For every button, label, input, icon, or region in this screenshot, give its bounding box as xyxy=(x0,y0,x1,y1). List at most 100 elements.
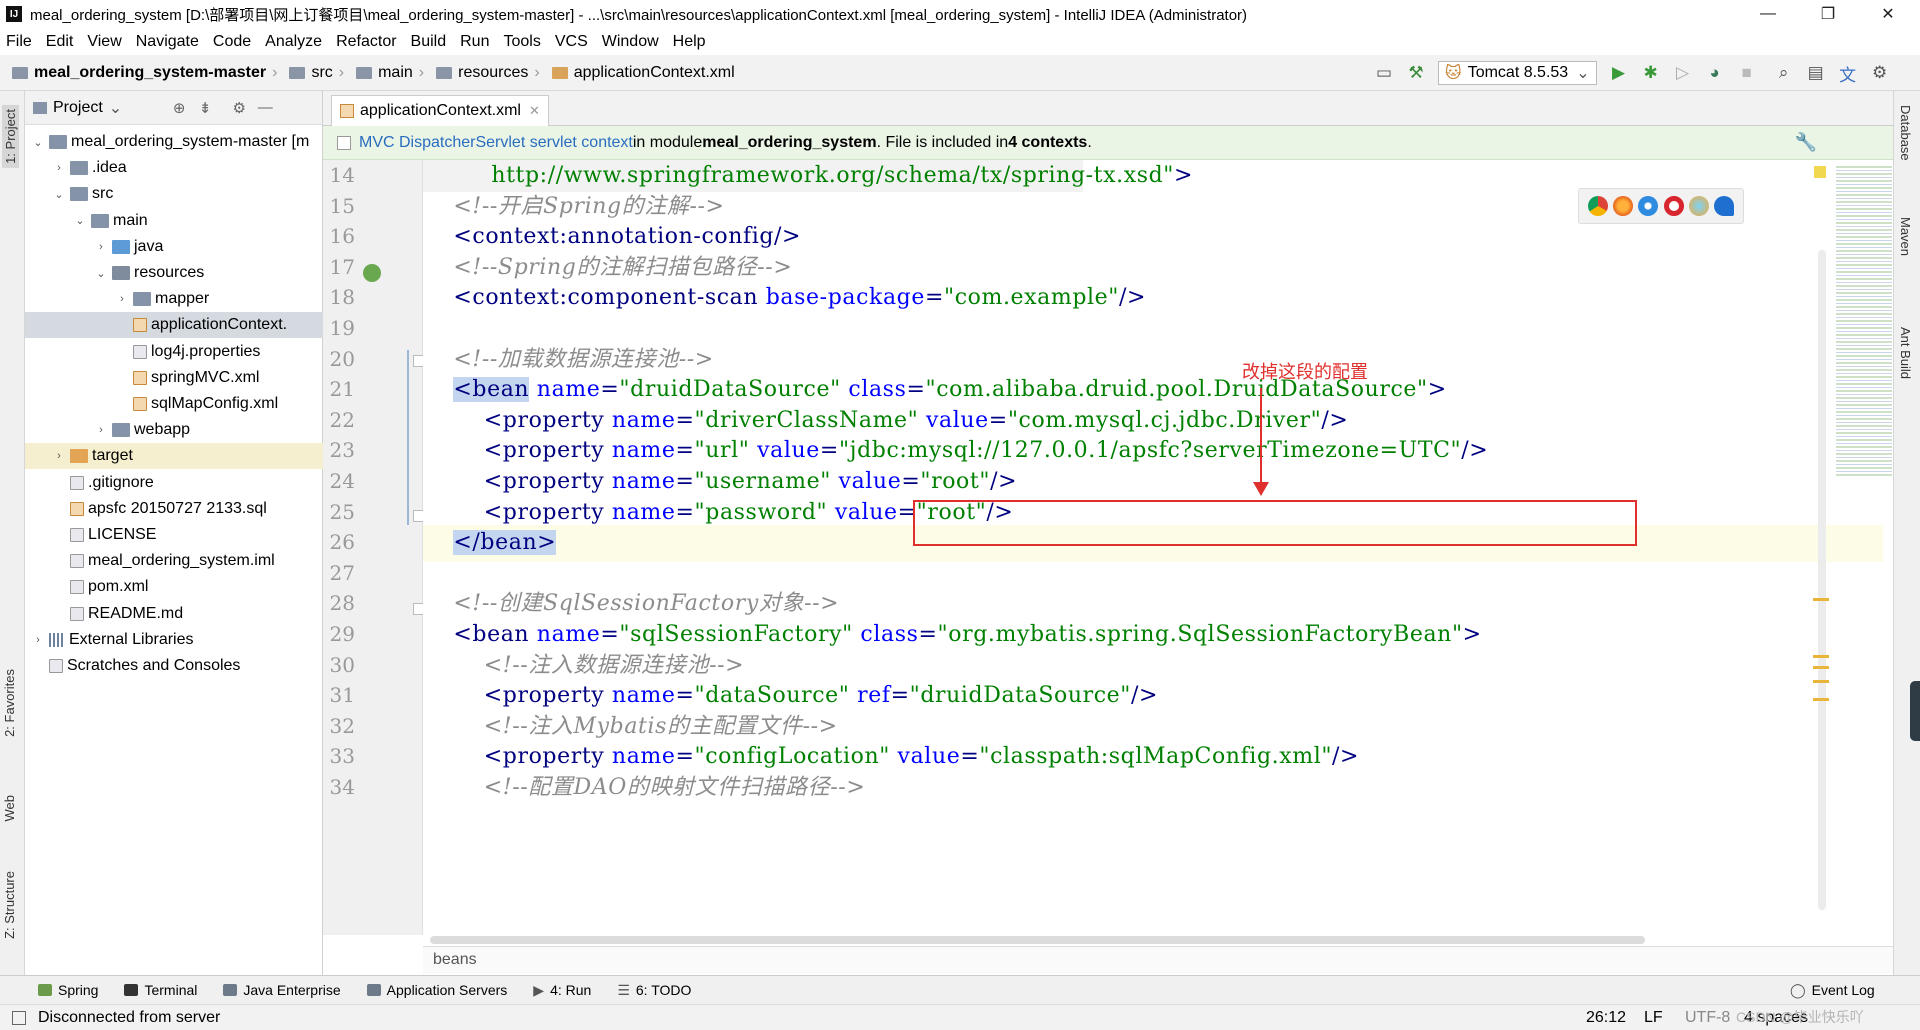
firefox-icon[interactable] xyxy=(1612,196,1633,216)
tree-item[interactable]: meal_ordering_system.iml xyxy=(25,548,323,574)
tool-tab-structure[interactable]: Z: Structure xyxy=(2,871,17,939)
collapse-all-icon[interactable]: ⇟ xyxy=(196,99,214,117)
menu-help[interactable]: Help xyxy=(673,33,706,51)
tree-item[interactable]: › .idea xyxy=(25,155,323,181)
tool-tab-web[interactable]: Web xyxy=(2,795,17,822)
tree-item[interactable]: ⌄ main xyxy=(25,208,323,234)
gear-icon[interactable]: ⚙ xyxy=(230,99,248,117)
inspection-warning-icon[interactable] xyxy=(1814,166,1826,178)
chevron-right-icon[interactable]: › xyxy=(115,293,129,305)
run-configuration-select[interactable]: 🐱 Tomcat 8.5.53 ⌄ xyxy=(1438,61,1597,85)
error-stripe-marker[interactable] xyxy=(1813,680,1829,683)
chevron-right-icon[interactable]: › xyxy=(52,162,66,174)
run-coverage-icon[interactable]: ▷ xyxy=(1672,62,1694,84)
tree-item[interactable]: ⌄ resources xyxy=(25,260,323,286)
tree-item[interactable]: Scratches and Consoles xyxy=(25,653,323,679)
status-toggle-icon[interactable] xyxy=(12,1011,26,1025)
tree-item[interactable]: › target xyxy=(25,443,323,470)
tool-tab-run[interactable]: ▶ 4: Run xyxy=(533,982,591,999)
close-tab-icon[interactable]: ✕ xyxy=(529,103,540,119)
horizontal-scrollbar[interactable] xyxy=(430,936,1645,944)
tool-tab-favorites[interactable]: 2: Favorites xyxy=(2,669,17,737)
tree-item[interactable]: › mapper xyxy=(25,286,323,312)
menu-file[interactable]: File xyxy=(6,33,32,51)
menu-window[interactable]: Window xyxy=(602,33,659,51)
chevron-down-icon[interactable]: ⌄ xyxy=(73,214,87,227)
banner-contexts-link[interactable]: 4 contexts xyxy=(1008,134,1087,152)
vertical-scrollbar[interactable] xyxy=(1818,250,1826,910)
tool-tab-project[interactable]: 1: Project xyxy=(2,105,19,168)
tool-tab-application-servers[interactable]: Application Servers xyxy=(366,982,507,998)
code-minimap[interactable] xyxy=(1836,166,1892,476)
tool-tab-database[interactable]: Database xyxy=(1898,105,1913,161)
menu-analyze[interactable]: Analyze xyxy=(265,33,322,51)
translate-icon[interactable]: 文 xyxy=(1837,62,1859,85)
tree-item[interactable]: applicationContext. xyxy=(25,312,323,339)
tree-item[interactable]: ⌄ meal_ordering_system-master [m xyxy=(25,129,323,155)
chevron-right-icon[interactable]: › xyxy=(94,424,108,436)
wrench-icon[interactable]: 🔧 xyxy=(1795,132,1817,153)
spring-bean-gutter-icon[interactable] xyxy=(363,264,381,282)
error-stripe-marker[interactable] xyxy=(1813,698,1829,701)
tree-item[interactable]: pom.xml xyxy=(25,574,323,600)
chevron-right-icon[interactable]: › xyxy=(52,450,66,462)
tool-tab-java-enterprise[interactable]: Java Enterprise xyxy=(223,982,341,998)
tree-item[interactable]: README.md xyxy=(25,601,323,627)
breadcrumb-file[interactable]: applicationContext.xml xyxy=(540,64,735,82)
file-encoding[interactable]: UTF-8 xyxy=(1685,1009,1730,1027)
safari-icon[interactable] xyxy=(1638,196,1659,216)
tree-item[interactable]: › webapp xyxy=(25,417,323,443)
locate-icon[interactable]: ⊕ xyxy=(170,99,188,117)
breadcrumb-main[interactable]: main › xyxy=(344,64,424,82)
project-view-select[interactable]: Project xyxy=(53,99,103,117)
stop-icon[interactable]: ■ xyxy=(1736,62,1758,84)
error-stripe-marker[interactable] xyxy=(1813,598,1829,601)
menu-navigate[interactable]: Navigate xyxy=(136,33,199,51)
chevron-right-icon[interactable]: › xyxy=(31,634,45,646)
project-structure-icon[interactable]: ▤ xyxy=(1805,62,1827,84)
servlet-context-link[interactable]: MVC DispatcherServlet servlet context xyxy=(359,134,633,152)
menu-view[interactable]: View xyxy=(87,33,121,51)
tool-tab-event-log[interactable]: ◯ Event Log xyxy=(1790,982,1875,999)
editor-breadcrumb-item[interactable]: beans xyxy=(433,951,477,968)
restore-icon[interactable]: ❐ xyxy=(1800,0,1856,28)
tree-item[interactable]: .gitignore xyxy=(25,470,323,496)
close-icon[interactable]: ✕ xyxy=(1860,0,1916,28)
menu-run[interactable]: Run xyxy=(460,33,489,51)
debug-icon[interactable]: ✱ xyxy=(1640,62,1662,84)
menu-build[interactable]: Build xyxy=(411,33,447,51)
minimize-icon[interactable]: — xyxy=(1740,0,1796,28)
code-editor[interactable]: http://www.springframework.org/schema/tx… xyxy=(423,160,1883,935)
menu-tools[interactable]: Tools xyxy=(503,33,540,51)
breadcrumb-resources[interactable]: resources › xyxy=(424,64,540,82)
tool-tab-ant-build[interactable]: Ant Build xyxy=(1898,327,1913,379)
tool-tab-terminal[interactable]: Terminal xyxy=(124,982,197,998)
layout-icon[interactable]: ▭ xyxy=(1373,62,1395,84)
tree-item[interactable]: LICENSE xyxy=(25,522,323,548)
build-hammer-icon[interactable]: ⚒ xyxy=(1405,62,1427,84)
error-stripe-marker[interactable] xyxy=(1813,666,1829,669)
tree-item[interactable]: ⌄ src xyxy=(25,181,323,207)
menu-vcs[interactable]: VCS xyxy=(555,33,588,51)
menu-edit[interactable]: Edit xyxy=(46,33,74,51)
search-icon[interactable]: ⌕ xyxy=(1773,62,1795,84)
tree-item[interactable]: log4j.properties xyxy=(25,339,323,365)
caret-position[interactable]: 26:12 xyxy=(1586,1009,1626,1027)
editor-tab-applicationcontext[interactable]: applicationContext.xml ✕ xyxy=(331,95,549,126)
breadcrumb-project[interactable]: meal_ordering_system-master › xyxy=(0,64,277,82)
edge-icon[interactable] xyxy=(1714,196,1735,216)
chrome-icon[interactable] xyxy=(1587,196,1608,216)
tool-tab-spring[interactable]: Spring xyxy=(38,982,98,998)
error-stripe-marker[interactable] xyxy=(1813,655,1829,658)
hide-icon[interactable]: — xyxy=(256,99,274,117)
menu-refactor[interactable]: Refactor xyxy=(336,33,396,51)
side-scroll-handle[interactable] xyxy=(1910,681,1920,741)
tree-item[interactable]: › java xyxy=(25,234,323,260)
ie-icon[interactable] xyxy=(1688,196,1709,216)
chevron-right-icon[interactable]: › xyxy=(94,241,108,253)
menu-code[interactable]: Code xyxy=(213,33,251,51)
chevron-down-icon[interactable]: ⌄ xyxy=(52,188,66,201)
tree-item[interactable]: springMVC.xml xyxy=(25,365,323,391)
breadcrumb-src[interactable]: src › xyxy=(277,64,344,82)
chevron-down-icon[interactable]: ⌄ xyxy=(94,267,108,280)
